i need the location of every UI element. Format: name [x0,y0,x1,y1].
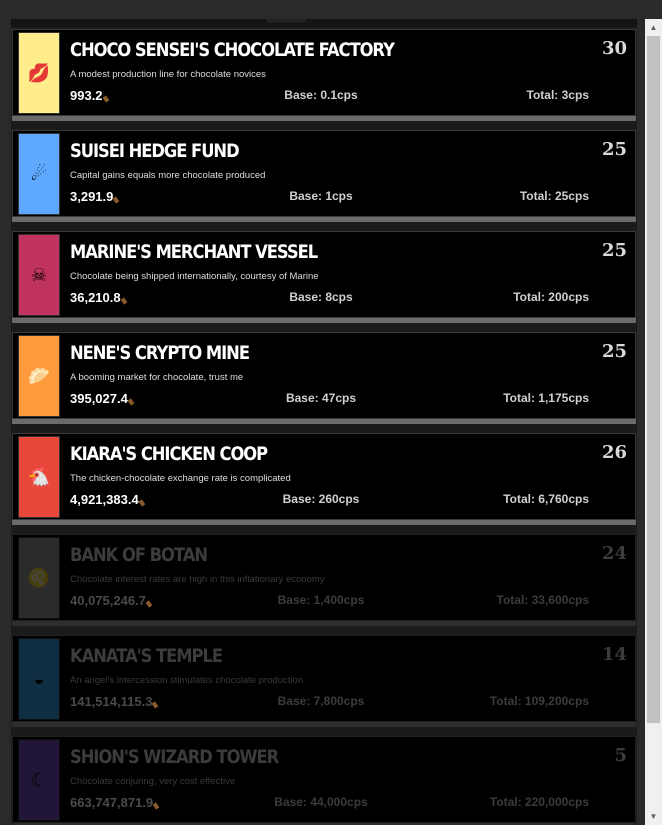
building-card[interactable]: 🐔 KIARA'S CHICKEN COOP The chicken-chocola… [12,433,636,525]
owned-count: 25 [601,240,627,261]
total-cps: Total: 25cps [519,189,589,203]
building-card[interactable]: ☾ SHION'S WIZARD TOWER Chocolate conjuring… [12,736,636,825]
total-cps: Total: 1,175cps [503,391,589,405]
building-description: A booming market for chocolate, trust me [70,372,244,383]
cost-value: 663,747,871.9 [70,795,154,810]
building-cost: 36,210.8 [70,290,127,305]
building-cost: 395,027.4 [70,391,135,406]
building-cost: 141,514,115.3 [70,694,159,709]
base-cps: Base: 7,800cps [277,694,365,708]
base-cps: Base: 1,400cps [277,593,365,607]
cost-value: 395,027.4 [70,391,128,406]
building-list: 💋 CHOCO SENSEI'S CHOCOLATE FACTORY A modes… [11,29,637,825]
building-cost: 663,747,871.9 [70,795,160,810]
building-name: KANATA'S TEMPLE [70,645,223,667]
chocolate-icon [127,398,135,406]
total-cps: Total: 220,000cps [489,795,589,809]
base-cps: Base: 44,000cps [274,795,368,809]
comet-icon: ☄ [18,133,60,215]
building-description: Capital gains equals more chocolate prod… [70,170,266,181]
building-description: Chocolate interest rates are high in thi… [70,574,325,585]
total-cps: Total: 3cps [526,88,589,102]
owned-count: 5 [614,745,627,766]
cost-value: 141,514,115.3 [70,694,153,709]
chocolate-icon [152,802,160,810]
owned-count: 14 [601,644,627,665]
building-card[interactable]: ☠ MARINE'S MERCHANT VESSEL Chocolate being… [12,231,636,323]
building-name: CHOCO SENSEI'S CHOCOLATE FACTORY [70,39,395,61]
building-description: Chocolate conjuring, very cost effective [70,776,236,787]
panel-top-edge [11,19,637,27]
lion-icon: ♌ [18,537,60,619]
halo-icon: ◒ [18,638,60,720]
building-card[interactable]: ☄ SUISEI HEDGE FUND Capital gains equals m… [12,130,636,222]
building-cost: 4,921,383.4 [70,492,146,507]
owned-count: 26 [601,442,627,463]
building-card[interactable]: 🥟 NENE'S CRYPTO MINE A booming market for … [12,332,636,424]
owned-count: 24 [601,543,627,564]
chocolate-icon [145,600,153,608]
building-cost: 993.2 [70,88,109,103]
scrollbar[interactable]: ▲ ▼ [645,19,662,825]
building-card[interactable]: ◒ KANATA'S TEMPLE An angel's intercession … [12,635,636,727]
building-card[interactable]: 💋 CHOCO SENSEI'S CHOCOLATE FACTORY A modes… [12,29,636,121]
base-cps: Base: 260cps [282,492,360,506]
crescent-moon-icon: ☾ [18,739,60,821]
building-list-panel: 💋 CHOCO SENSEI'S CHOCOLATE FACTORY A modes… [11,19,637,825]
building-card[interactable]: ♌ BANK OF BOTAN Chocolate interest rates a… [12,534,636,626]
total-cps: Total: 33,600cps [496,593,589,607]
building-cost: 40,075,246.7 [70,593,153,608]
owned-count: 25 [601,139,627,160]
total-cps: Total: 109,200cps [489,694,589,708]
chicken-icon: 🐔 [18,436,60,518]
chocolate-icon [102,95,109,103]
building-name: NENE'S CRYPTO MINE [70,342,250,364]
lips-icon: 💋 [18,32,60,114]
chocolate-icon [113,196,120,204]
cost-value: 3,291.9 [70,189,114,204]
building-cost: 3,291.9 [70,189,120,204]
scrollbar-thumb[interactable] [647,36,660,723]
cost-value: 993.2 [70,88,103,103]
owned-count: 30 [601,38,627,59]
building-name: SUISEI HEDGE FUND [70,140,240,162]
total-cps: Total: 6,760cps [503,492,589,506]
chocolate-icon [120,297,127,305]
building-name: BANK OF BOTAN [70,544,208,566]
chocolate-icon [138,499,146,507]
building-name: KIARA'S CHICKEN COOP [70,443,268,465]
base-cps: Base: 0.1cps [284,88,358,102]
owned-count: 25 [601,341,627,362]
building-description: A modest production line for chocolate n… [70,69,266,80]
base-cps: Base: 1cps [289,189,353,203]
scroll-up-arrow-icon[interactable]: ▲ [645,19,662,36]
chocolate-icon [152,701,159,709]
scroll-down-arrow-icon[interactable]: ▼ [645,808,662,825]
cost-value: 4,921,383.4 [70,492,139,507]
base-cps: Base: 8cps [289,290,353,304]
base-cps: Base: 47cps [285,391,357,405]
building-name: SHION'S WIZARD TOWER [70,746,279,768]
total-cps: Total: 200cps [513,290,589,304]
cost-value: 40,075,246.7 [70,593,146,608]
jolly-roger-icon: ☠ [18,234,60,316]
building-description: Chocolate being shipped internationally,… [70,271,319,282]
building-description: The chicken-chocolate exchange rate is c… [70,473,291,484]
building-name: MARINE'S MERCHANT VESSEL [70,241,318,263]
bread-icon: 🥟 [18,335,60,417]
cost-value: 36,210.8 [70,290,121,305]
building-description: An angel's intercession stimulates choco… [70,675,304,686]
